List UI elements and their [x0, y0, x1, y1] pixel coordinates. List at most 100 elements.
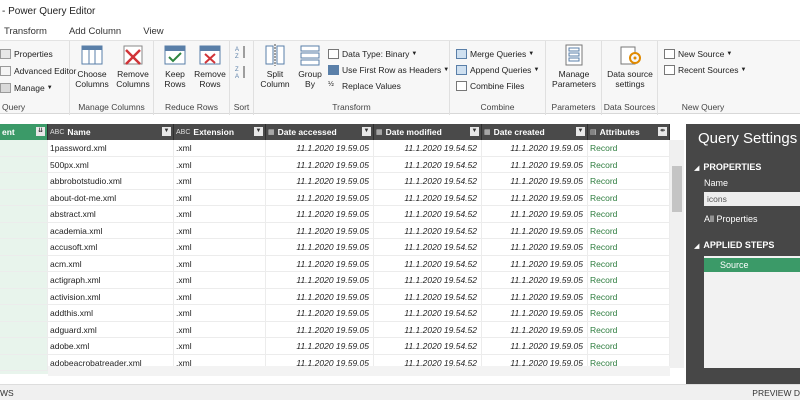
table-row[interactable]: addthis.xml .xml 11.1.2020 19.59.05 11.1.20…	[0, 305, 670, 322]
attributes-cell[interactable]: Record	[588, 321, 670, 338]
date-created-cell[interactable]: 11.1.2020 19.59.05	[482, 140, 588, 156]
date-accessed-cell[interactable]: 11.1.2020 19.59.05	[266, 156, 374, 173]
table-row[interactable]: abbrobotstudio.xml .xml 11.1.2020 19.59.05…	[0, 173, 670, 190]
filter-dropdown-icon[interactable]: ▼	[576, 127, 585, 136]
content-cell[interactable]	[0, 255, 48, 272]
new-source-button[interactable]: New Source ▼	[664, 47, 732, 61]
date-accessed-cell[interactable]: 11.1.2020 19.59.05	[266, 338, 374, 354]
content-cell[interactable]	[0, 173, 48, 189]
vertical-scrollbar-thumb[interactable]	[672, 166, 682, 212]
date-modified-cell[interactable]: 11.1.2020 19.54.52	[374, 156, 482, 173]
content-cell[interactable]	[0, 206, 48, 222]
merge-queries-button[interactable]: Merge Queries ▼	[456, 47, 534, 61]
date-created-cell[interactable]: 11.1.2020 19.59.05	[482, 338, 588, 354]
date-created-cell[interactable]: 11.1.2020 19.59.05	[482, 189, 588, 206]
remove-columns-button[interactable]: Remove Columns	[114, 44, 152, 89]
attributes-cell[interactable]: Record	[588, 338, 670, 354]
content-cell[interactable]	[0, 156, 48, 173]
table-row[interactable]: 500px.xml .xml 11.1.2020 19.59.05 11.1.2020…	[0, 156, 670, 173]
date-accessed-cell[interactable]: 11.1.2020 19.59.05	[266, 189, 374, 206]
date-accessed-cell[interactable]: 11.1.2020 19.59.05	[266, 321, 374, 338]
properties-button[interactable]: Properties	[0, 47, 53, 61]
split-column-button[interactable]: Split Column	[258, 44, 292, 89]
name-cell[interactable]: actigraph.xml	[48, 272, 174, 288]
attributes-cell[interactable]: Record	[588, 272, 670, 288]
column-header-extension[interactable]: ABC Extension ▼	[174, 124, 266, 140]
remove-rows-button[interactable]: Remove Rows	[194, 44, 226, 89]
date-accessed-cell[interactable]: 11.1.2020 19.59.05	[266, 255, 374, 272]
collapse-icon[interactable]: ◢	[694, 243, 699, 250]
choose-columns-button[interactable]: Choose Columns	[74, 44, 110, 89]
date-accessed-cell[interactable]: 11.1.2020 19.59.05	[266, 272, 374, 288]
use-first-row-headers-button[interactable]: Use First Row as Headers ▼	[328, 63, 449, 77]
date-created-cell[interactable]: 11.1.2020 19.59.05	[482, 206, 588, 222]
content-cell[interactable]	[0, 288, 48, 305]
data-type-button[interactable]: Data Type: Binary ▼	[328, 47, 417, 61]
tab-add-column[interactable]: Add Column	[69, 26, 121, 37]
name-cell[interactable]: 500px.xml	[48, 156, 174, 173]
attributes-cell[interactable]: Record	[588, 288, 670, 305]
extension-cell[interactable]: .xml	[174, 305, 266, 321]
date-modified-cell[interactable]: 11.1.2020 19.54.52	[374, 288, 482, 305]
date-modified-cell[interactable]: 11.1.2020 19.54.52	[374, 173, 482, 189]
manage-button[interactable]: Manage ▼	[0, 81, 53, 95]
content-cell[interactable]	[0, 140, 48, 156]
append-queries-button[interactable]: Append Queries ▼	[456, 63, 539, 77]
collapse-icon[interactable]: ◢	[694, 165, 699, 172]
extension-cell[interactable]: .xml	[174, 189, 266, 206]
content-cell[interactable]	[0, 338, 48, 354]
query-name-input[interactable]: icons	[704, 192, 800, 206]
date-created-cell[interactable]: 11.1.2020 19.59.05	[482, 321, 588, 338]
date-accessed-cell[interactable]: 11.1.2020 19.59.05	[266, 173, 374, 189]
attributes-cell[interactable]: Record	[588, 255, 670, 272]
group-by-button[interactable]: Group By	[296, 44, 324, 89]
name-cell[interactable]: adguard.xml	[48, 321, 174, 338]
expand-icon[interactable]: ⇊	[36, 127, 45, 136]
extension-cell[interactable]: .xml	[174, 156, 266, 173]
table-row[interactable]: adobe.xml .xml 11.1.2020 19.59.05 11.1.2020…	[0, 338, 670, 355]
date-created-cell[interactable]: 11.1.2020 19.59.05	[482, 288, 588, 305]
table-row[interactable]: actigraph.xml .xml 11.1.2020 19.59.05 11.1.…	[0, 272, 670, 289]
horizontal-scrollbar[interactable]	[48, 366, 670, 376]
filter-dropdown-icon[interactable]: ▼	[162, 127, 171, 136]
content-cell[interactable]	[0, 189, 48, 206]
text-type-icon[interactable]: ABC	[176, 129, 190, 136]
extension-cell[interactable]: .xml	[174, 140, 266, 156]
combine-files-button[interactable]: Combine Files	[456, 79, 524, 93]
content-cell[interactable]	[0, 354, 48, 371]
column-header-attributes[interactable]: ▤ Attributes ⇹	[588, 124, 670, 140]
table-row[interactable]: abstract.xml .xml 11.1.2020 19.59.05 11.1.2…	[0, 206, 670, 223]
date-created-cell[interactable]: 11.1.2020 19.59.05	[482, 156, 588, 173]
extension-cell[interactable]: .xml	[174, 338, 266, 354]
datetime-type-icon[interactable]: ▦	[268, 128, 275, 136]
extension-cell[interactable]: .xml	[174, 288, 266, 305]
content-cell[interactable]	[0, 222, 48, 239]
column-header-date-created[interactable]: ▦ Date created ▼	[482, 124, 588, 140]
date-modified-cell[interactable]: 11.1.2020 19.54.52	[374, 222, 482, 239]
keep-rows-button[interactable]: Keep Rows	[160, 44, 190, 89]
name-cell[interactable]: abbrobotstudio.xml	[48, 173, 174, 189]
name-cell[interactable]: accusoft.xml	[48, 239, 174, 255]
table-row[interactable]: activision.xml .xml 11.1.2020 19.59.05 11.1…	[0, 288, 670, 305]
text-type-icon[interactable]: ABC	[50, 129, 64, 136]
extension-cell[interactable]: .xml	[174, 272, 266, 288]
attributes-cell[interactable]: Record	[588, 239, 670, 255]
name-cell[interactable]: abstract.xml	[48, 206, 174, 222]
date-modified-cell[interactable]: 11.1.2020 19.54.52	[374, 255, 482, 272]
date-modified-cell[interactable]: 11.1.2020 19.54.52	[374, 239, 482, 255]
extension-cell[interactable]: .xml	[174, 321, 266, 338]
filter-dropdown-icon[interactable]: ▼	[362, 127, 371, 136]
recent-sources-button[interactable]: Recent Sources ▼	[664, 63, 746, 77]
date-created-cell[interactable]: 11.1.2020 19.59.05	[482, 173, 588, 189]
advanced-editor-button[interactable]: Advanced Editor	[0, 64, 76, 78]
content-cell[interactable]	[0, 272, 48, 288]
datetime-type-icon[interactable]: ▦	[484, 128, 491, 136]
column-header-content[interactable]: ent ⇊	[0, 124, 48, 140]
date-created-cell[interactable]: 11.1.2020 19.59.05	[482, 272, 588, 288]
name-cell[interactable]: adobe.xml	[48, 338, 174, 354]
name-cell[interactable]: acm.xml	[48, 255, 174, 272]
extension-cell[interactable]: .xml	[174, 173, 266, 189]
date-modified-cell[interactable]: 11.1.2020 19.54.52	[374, 338, 482, 354]
date-accessed-cell[interactable]: 11.1.2020 19.59.05	[266, 222, 374, 239]
date-accessed-cell[interactable]: 11.1.2020 19.59.05	[266, 305, 374, 321]
